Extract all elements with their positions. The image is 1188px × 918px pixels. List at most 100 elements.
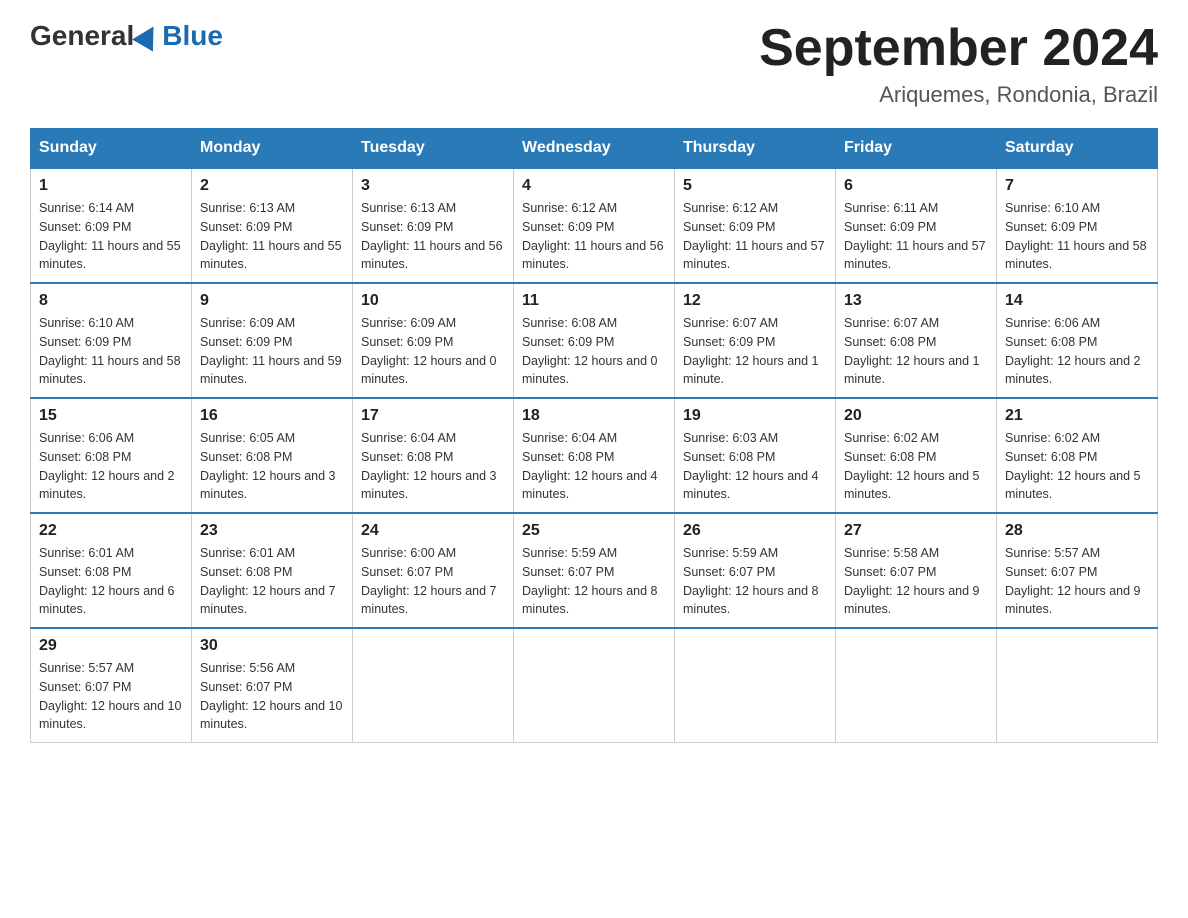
day-number: 1 xyxy=(39,177,183,195)
day-number: 15 xyxy=(39,407,183,425)
day-cell: 2 Sunrise: 6:13 AM Sunset: 6:09 PM Dayli… xyxy=(192,168,353,283)
day-info: Sunrise: 6:02 AM Sunset: 6:08 PM Dayligh… xyxy=(844,429,988,504)
day-cell: 4 Sunrise: 6:12 AM Sunset: 6:09 PM Dayli… xyxy=(514,168,675,283)
day-info: Sunrise: 6:12 AM Sunset: 6:09 PM Dayligh… xyxy=(683,199,827,274)
day-number: 30 xyxy=(200,637,344,655)
day-cell: 1 Sunrise: 6:14 AM Sunset: 6:09 PM Dayli… xyxy=(31,168,192,283)
day-number: 10 xyxy=(361,292,505,310)
day-info: Sunrise: 6:03 AM Sunset: 6:08 PM Dayligh… xyxy=(683,429,827,504)
day-cell: 8 Sunrise: 6:10 AM Sunset: 6:09 PM Dayli… xyxy=(31,283,192,398)
day-number: 20 xyxy=(844,407,988,425)
day-info: Sunrise: 6:05 AM Sunset: 6:08 PM Dayligh… xyxy=(200,429,344,504)
calendar-title: September 2024 xyxy=(759,20,1158,77)
day-cell: 18 Sunrise: 6:04 AM Sunset: 6:08 PM Dayl… xyxy=(514,398,675,513)
day-cell: 6 Sunrise: 6:11 AM Sunset: 6:09 PM Dayli… xyxy=(836,168,997,283)
day-cell xyxy=(836,628,997,743)
day-cell: 21 Sunrise: 6:02 AM Sunset: 6:08 PM Dayl… xyxy=(997,398,1158,513)
day-cell: 5 Sunrise: 6:12 AM Sunset: 6:09 PM Dayli… xyxy=(675,168,836,283)
day-info: Sunrise: 6:02 AM Sunset: 6:08 PM Dayligh… xyxy=(1005,429,1149,504)
day-number: 13 xyxy=(844,292,988,310)
day-info: Sunrise: 5:57 AM Sunset: 6:07 PM Dayligh… xyxy=(39,659,183,734)
col-thursday: Thursday xyxy=(675,129,836,169)
day-info: Sunrise: 6:01 AM Sunset: 6:08 PM Dayligh… xyxy=(39,544,183,619)
day-info: Sunrise: 6:09 AM Sunset: 6:09 PM Dayligh… xyxy=(361,314,505,389)
day-cell: 14 Sunrise: 6:06 AM Sunset: 6:08 PM Dayl… xyxy=(997,283,1158,398)
day-number: 26 xyxy=(683,522,827,540)
logo-triangle-icon xyxy=(132,20,164,51)
day-info: Sunrise: 6:11 AM Sunset: 6:09 PM Dayligh… xyxy=(844,199,988,274)
day-info: Sunrise: 5:59 AM Sunset: 6:07 PM Dayligh… xyxy=(522,544,666,619)
day-number: 4 xyxy=(522,177,666,195)
day-number: 11 xyxy=(522,292,666,310)
col-saturday: Saturday xyxy=(997,129,1158,169)
day-cell: 22 Sunrise: 6:01 AM Sunset: 6:08 PM Dayl… xyxy=(31,513,192,628)
day-cell xyxy=(997,628,1158,743)
day-number: 6 xyxy=(844,177,988,195)
day-number: 27 xyxy=(844,522,988,540)
day-info: Sunrise: 6:13 AM Sunset: 6:09 PM Dayligh… xyxy=(361,199,505,274)
day-number: 3 xyxy=(361,177,505,195)
day-info: Sunrise: 5:56 AM Sunset: 6:07 PM Dayligh… xyxy=(200,659,344,734)
day-cell: 23 Sunrise: 6:01 AM Sunset: 6:08 PM Dayl… xyxy=(192,513,353,628)
day-cell: 9 Sunrise: 6:09 AM Sunset: 6:09 PM Dayli… xyxy=(192,283,353,398)
day-info: Sunrise: 6:07 AM Sunset: 6:08 PM Dayligh… xyxy=(844,314,988,389)
day-number: 2 xyxy=(200,177,344,195)
day-info: Sunrise: 6:10 AM Sunset: 6:09 PM Dayligh… xyxy=(1005,199,1149,274)
week-row-3: 15 Sunrise: 6:06 AM Sunset: 6:08 PM Dayl… xyxy=(31,398,1158,513)
day-number: 25 xyxy=(522,522,666,540)
day-number: 21 xyxy=(1005,407,1149,425)
day-cell xyxy=(514,628,675,743)
week-row-5: 29 Sunrise: 5:57 AM Sunset: 6:07 PM Dayl… xyxy=(31,628,1158,743)
day-cell: 28 Sunrise: 5:57 AM Sunset: 6:07 PM Dayl… xyxy=(997,513,1158,628)
day-number: 22 xyxy=(39,522,183,540)
day-cell: 27 Sunrise: 5:58 AM Sunset: 6:07 PM Dayl… xyxy=(836,513,997,628)
day-info: Sunrise: 5:59 AM Sunset: 6:07 PM Dayligh… xyxy=(683,544,827,619)
day-cell: 7 Sunrise: 6:10 AM Sunset: 6:09 PM Dayli… xyxy=(997,168,1158,283)
week-row-1: 1 Sunrise: 6:14 AM Sunset: 6:09 PM Dayli… xyxy=(31,168,1158,283)
day-info: Sunrise: 6:08 AM Sunset: 6:09 PM Dayligh… xyxy=(522,314,666,389)
day-cell: 16 Sunrise: 6:05 AM Sunset: 6:08 PM Dayl… xyxy=(192,398,353,513)
day-number: 24 xyxy=(361,522,505,540)
day-info: Sunrise: 6:04 AM Sunset: 6:08 PM Dayligh… xyxy=(522,429,666,504)
day-cell: 12 Sunrise: 6:07 AM Sunset: 6:09 PM Dayl… xyxy=(675,283,836,398)
day-cell: 13 Sunrise: 6:07 AM Sunset: 6:08 PM Dayl… xyxy=(836,283,997,398)
day-number: 16 xyxy=(200,407,344,425)
day-cell: 17 Sunrise: 6:04 AM Sunset: 6:08 PM Dayl… xyxy=(353,398,514,513)
day-number: 23 xyxy=(200,522,344,540)
day-cell: 29 Sunrise: 5:57 AM Sunset: 6:07 PM Dayl… xyxy=(31,628,192,743)
day-number: 14 xyxy=(1005,292,1149,310)
day-info: Sunrise: 6:06 AM Sunset: 6:08 PM Dayligh… xyxy=(1005,314,1149,389)
day-number: 12 xyxy=(683,292,827,310)
col-tuesday: Tuesday xyxy=(353,129,514,169)
header-row: Sunday Monday Tuesday Wednesday Thursday… xyxy=(31,129,1158,169)
day-number: 19 xyxy=(683,407,827,425)
day-info: Sunrise: 6:14 AM Sunset: 6:09 PM Dayligh… xyxy=(39,199,183,274)
day-info: Sunrise: 5:57 AM Sunset: 6:07 PM Dayligh… xyxy=(1005,544,1149,619)
day-cell: 10 Sunrise: 6:09 AM Sunset: 6:09 PM Dayl… xyxy=(353,283,514,398)
calendar-subtitle: Ariquemes, Rondonia, Brazil xyxy=(759,82,1158,108)
day-info: Sunrise: 6:13 AM Sunset: 6:09 PM Dayligh… xyxy=(200,199,344,274)
day-info: Sunrise: 6:10 AM Sunset: 6:09 PM Dayligh… xyxy=(39,314,183,389)
day-cell xyxy=(353,628,514,743)
week-row-4: 22 Sunrise: 6:01 AM Sunset: 6:08 PM Dayl… xyxy=(31,513,1158,628)
day-info: Sunrise: 5:58 AM Sunset: 6:07 PM Dayligh… xyxy=(844,544,988,619)
day-cell: 26 Sunrise: 5:59 AM Sunset: 6:07 PM Dayl… xyxy=(675,513,836,628)
title-area: September 2024 Ariquemes, Rondonia, Braz… xyxy=(759,20,1158,108)
col-sunday: Sunday xyxy=(31,129,192,169)
day-number: 29 xyxy=(39,637,183,655)
day-number: 8 xyxy=(39,292,183,310)
day-cell: 20 Sunrise: 6:02 AM Sunset: 6:08 PM Dayl… xyxy=(836,398,997,513)
day-info: Sunrise: 6:09 AM Sunset: 6:09 PM Dayligh… xyxy=(200,314,344,389)
logo: General Blue xyxy=(30,20,223,52)
header: General Blue September 2024 Ariquemes, R… xyxy=(30,20,1158,108)
day-number: 28 xyxy=(1005,522,1149,540)
col-monday: Monday xyxy=(192,129,353,169)
day-cell: 30 Sunrise: 5:56 AM Sunset: 6:07 PM Dayl… xyxy=(192,628,353,743)
day-number: 5 xyxy=(683,177,827,195)
day-cell: 3 Sunrise: 6:13 AM Sunset: 6:09 PM Dayli… xyxy=(353,168,514,283)
week-row-2: 8 Sunrise: 6:10 AM Sunset: 6:09 PM Dayli… xyxy=(31,283,1158,398)
day-cell: 24 Sunrise: 6:00 AM Sunset: 6:07 PM Dayl… xyxy=(353,513,514,628)
day-number: 18 xyxy=(522,407,666,425)
day-cell: 11 Sunrise: 6:08 AM Sunset: 6:09 PM Dayl… xyxy=(514,283,675,398)
day-number: 7 xyxy=(1005,177,1149,195)
